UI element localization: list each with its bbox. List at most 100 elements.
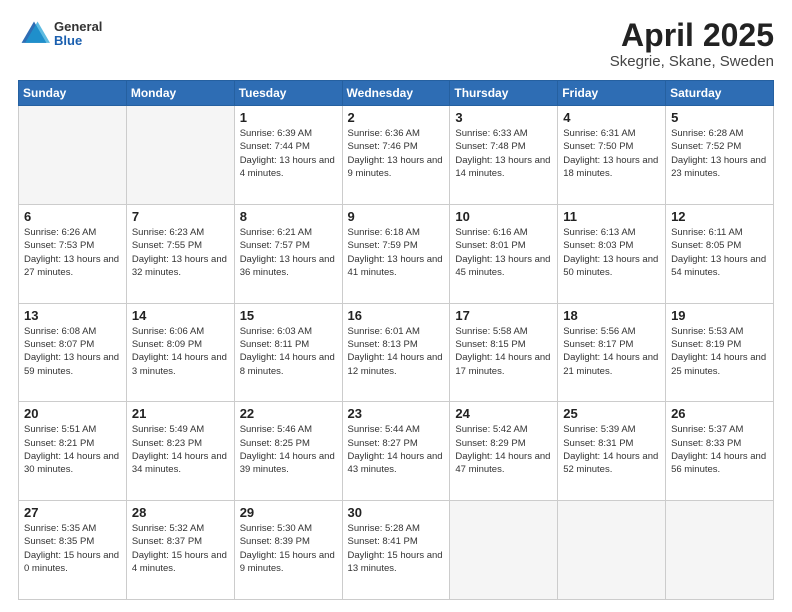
day-info: Sunrise: 5:42 AM Sunset: 8:29 PM Dayligh… [455, 423, 552, 476]
day-number: 19 [671, 308, 768, 323]
calendar-week-row: 27 Sunrise: 5:35 AM Sunset: 8:35 PM Dayli… [19, 501, 774, 600]
table-row: 28Sunrise: 5:32 AM Sunset: 8:37 PM Dayli… [126, 501, 234, 600]
calendar-subtitle: Skegrie, Skane, Sweden [610, 53, 774, 70]
day-number: 12 [671, 209, 768, 224]
logo-icon [18, 18, 50, 50]
day-info: Sunrise: 5:44 AM Sunset: 8:27 PM Dayligh… [348, 423, 445, 476]
calendar-week-row: 13 Sunrise: 6:08 AM Sunset: 8:07 PM Dayli… [19, 303, 774, 402]
logo-general-text: General [54, 20, 102, 34]
table-row: 6 Sunrise: 6:26 AM Sunset: 7:53 PM Daylig… [19, 204, 127, 303]
day-info: Sunrise: 5:37 AM Sunset: 8:33 PM Dayligh… [671, 423, 768, 476]
day-number: 27 [24, 505, 121, 520]
table-row: 2 Sunrise: 6:36 AM Sunset: 7:46 PM Daylig… [342, 106, 450, 205]
table-row: 21 Sunrise: 5:49 AM Sunset: 8:23 PM Dayli… [126, 402, 234, 501]
logo-blue-text: Blue [54, 34, 102, 48]
day-info: Sunrise: 6:21 AM Sunset: 7:57 PM Dayligh… [240, 226, 337, 279]
table-row: 29 Sunrise: 5:30 AM Sunset: 8:39 PM Dayli… [234, 501, 342, 600]
day-number: 24 [455, 406, 552, 421]
title-block: April 2025 Skegrie, Skane, Sweden [610, 18, 774, 70]
day-number: 29 [240, 505, 337, 520]
header: General Blue April 2025 Skegrie, Skane, … [18, 18, 774, 70]
col-tuesday: Tuesday [234, 81, 342, 106]
table-row: 5Sunrise: 6:28 AM Sunset: 7:52 PM Daylig… [666, 106, 774, 205]
calendar-header: Sunday Monday Tuesday Wednesday Thursday… [19, 81, 774, 106]
table-row: 27 Sunrise: 5:35 AM Sunset: 8:35 PM Dayli… [19, 501, 127, 600]
day-number: 3 [455, 110, 552, 125]
day-info: Sunrise: 6:23 AM Sunset: 7:55 PM Dayligh… [132, 226, 229, 279]
table-row: 16 Sunrise: 6:01 AM Sunset: 8:13 PM Dayli… [342, 303, 450, 402]
calendar-title: April 2025 [610, 18, 774, 53]
table-row: 18 Sunrise: 5:56 AM Sunset: 8:17 PM Dayli… [558, 303, 666, 402]
day-number: 20 [24, 406, 121, 421]
calendar-week-row: 6 Sunrise: 6:26 AM Sunset: 7:53 PM Daylig… [19, 204, 774, 303]
day-number: 7 [132, 209, 229, 224]
day-info: Sunrise: 5:32 AM Sunset: 8:37 PM Dayligh… [132, 522, 229, 575]
day-number: 6 [24, 209, 121, 224]
col-saturday: Saturday [666, 81, 774, 106]
table-row [666, 501, 774, 600]
table-row: 20Sunrise: 5:51 AM Sunset: 8:21 PM Dayli… [19, 402, 127, 501]
logo: General Blue [18, 18, 102, 50]
day-info: Sunrise: 6:01 AM Sunset: 8:13 PM Dayligh… [348, 325, 445, 378]
day-info: Sunrise: 6:18 AM Sunset: 7:59 PM Dayligh… [348, 226, 445, 279]
table-row: 4 Sunrise: 6:31 AM Sunset: 7:50 PM Daylig… [558, 106, 666, 205]
table-row: 14Sunrise: 6:06 AM Sunset: 8:09 PM Dayli… [126, 303, 234, 402]
day-number: 25 [563, 406, 660, 421]
day-number: 23 [348, 406, 445, 421]
day-info: Sunrise: 5:35 AM Sunset: 8:35 PM Dayligh… [24, 522, 121, 575]
page: General Blue April 2025 Skegrie, Skane, … [0, 0, 792, 612]
day-number: 15 [240, 308, 337, 323]
day-number: 21 [132, 406, 229, 421]
day-number: 22 [240, 406, 337, 421]
day-info: Sunrise: 5:28 AM Sunset: 8:41 PM Dayligh… [348, 522, 445, 575]
day-number: 4 [563, 110, 660, 125]
table-row: 17Sunrise: 5:58 AM Sunset: 8:15 PM Dayli… [450, 303, 558, 402]
col-monday: Monday [126, 81, 234, 106]
table-row: 30 Sunrise: 5:28 AM Sunset: 8:41 PM Dayli… [342, 501, 450, 600]
day-info: Sunrise: 5:39 AM Sunset: 8:31 PM Dayligh… [563, 423, 660, 476]
table-row: 1Sunrise: 6:39 AM Sunset: 7:44 PM Daylig… [234, 106, 342, 205]
day-number: 14 [132, 308, 229, 323]
day-number: 18 [563, 308, 660, 323]
table-row [19, 106, 127, 205]
table-row: 13 Sunrise: 6:08 AM Sunset: 8:07 PM Dayli… [19, 303, 127, 402]
table-row: 23 Sunrise: 5:44 AM Sunset: 8:27 PM Dayli… [342, 402, 450, 501]
day-info: Sunrise: 6:36 AM Sunset: 7:46 PM Dayligh… [348, 127, 445, 180]
day-number: 2 [348, 110, 445, 125]
day-info: Sunrise: 5:53 AM Sunset: 8:19 PM Dayligh… [671, 325, 768, 378]
day-info: Sunrise: 5:30 AM Sunset: 8:39 PM Dayligh… [240, 522, 337, 575]
day-info: Sunrise: 6:13 AM Sunset: 8:03 PM Dayligh… [563, 226, 660, 279]
table-row: 22Sunrise: 5:46 AM Sunset: 8:25 PM Dayli… [234, 402, 342, 501]
day-info: Sunrise: 6:03 AM Sunset: 8:11 PM Dayligh… [240, 325, 337, 378]
table-row: 7 Sunrise: 6:23 AM Sunset: 7:55 PM Daylig… [126, 204, 234, 303]
table-row: 12 Sunrise: 6:11 AM Sunset: 8:05 PM Dayli… [666, 204, 774, 303]
day-number: 26 [671, 406, 768, 421]
table-row: 10Sunrise: 6:16 AM Sunset: 8:01 PM Dayli… [450, 204, 558, 303]
day-number: 17 [455, 308, 552, 323]
table-row [126, 106, 234, 205]
day-info: Sunrise: 6:26 AM Sunset: 7:53 PM Dayligh… [24, 226, 121, 279]
day-info: Sunrise: 6:11 AM Sunset: 8:05 PM Dayligh… [671, 226, 768, 279]
day-number: 13 [24, 308, 121, 323]
day-info: Sunrise: 6:08 AM Sunset: 8:07 PM Dayligh… [24, 325, 121, 378]
header-row: Sunday Monday Tuesday Wednesday Thursday… [19, 81, 774, 106]
day-info: Sunrise: 6:33 AM Sunset: 7:48 PM Dayligh… [455, 127, 552, 180]
day-number: 5 [671, 110, 768, 125]
table-row [558, 501, 666, 600]
calendar-week-row: 20Sunrise: 5:51 AM Sunset: 8:21 PM Dayli… [19, 402, 774, 501]
table-row: 26 Sunrise: 5:37 AM Sunset: 8:33 PM Dayli… [666, 402, 774, 501]
day-number: 10 [455, 209, 552, 224]
table-row: 24 Sunrise: 5:42 AM Sunset: 8:29 PM Dayli… [450, 402, 558, 501]
col-sunday: Sunday [19, 81, 127, 106]
day-number: 1 [240, 110, 337, 125]
day-number: 30 [348, 505, 445, 520]
table-row: 3 Sunrise: 6:33 AM Sunset: 7:48 PM Daylig… [450, 106, 558, 205]
table-row: 8Sunrise: 6:21 AM Sunset: 7:57 PM Daylig… [234, 204, 342, 303]
calendar-week-row: 1Sunrise: 6:39 AM Sunset: 7:44 PM Daylig… [19, 106, 774, 205]
day-info: Sunrise: 5:49 AM Sunset: 8:23 PM Dayligh… [132, 423, 229, 476]
day-number: 16 [348, 308, 445, 323]
day-info: Sunrise: 5:56 AM Sunset: 8:17 PM Dayligh… [563, 325, 660, 378]
calendar-body: 1Sunrise: 6:39 AM Sunset: 7:44 PM Daylig… [19, 106, 774, 600]
col-thursday: Thursday [450, 81, 558, 106]
day-info: Sunrise: 6:31 AM Sunset: 7:50 PM Dayligh… [563, 127, 660, 180]
